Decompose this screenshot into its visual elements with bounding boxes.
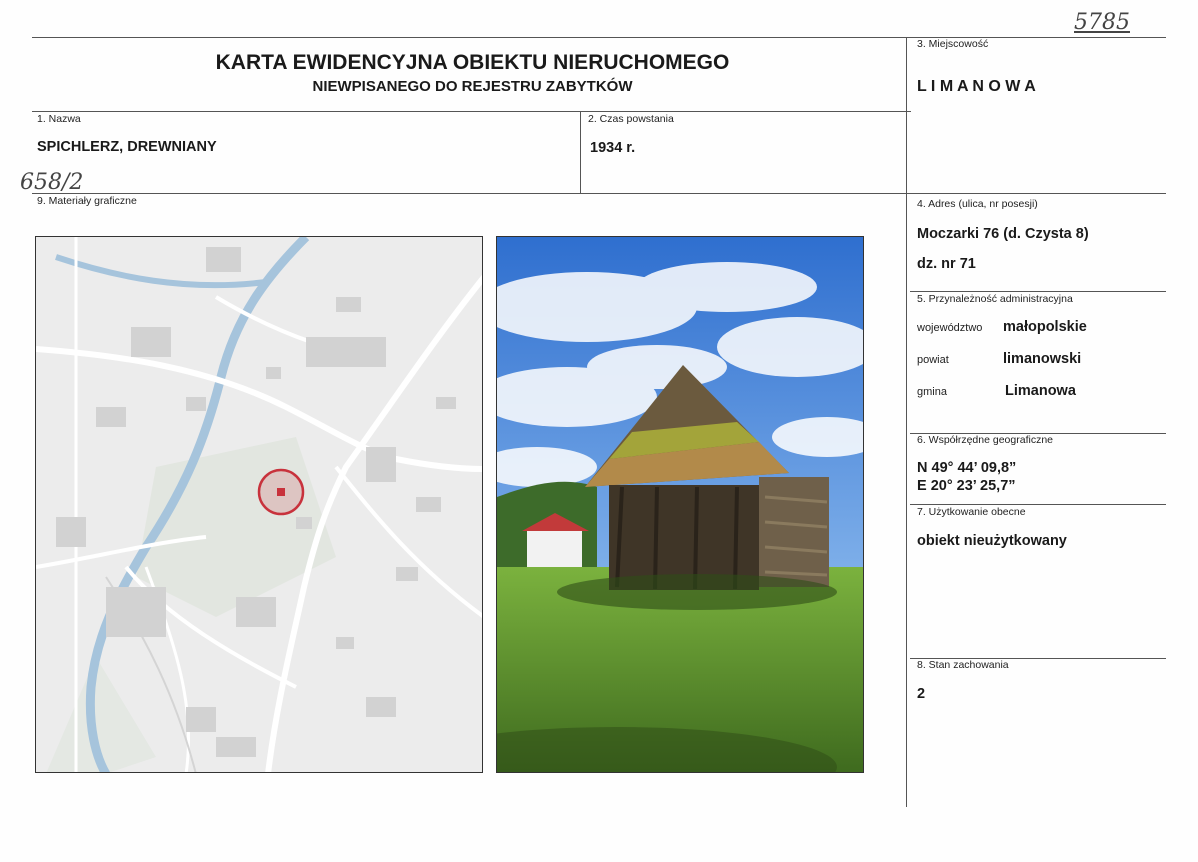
gmina-key: gmina: [917, 386, 947, 398]
stan-label: 8. Stan zachowania: [917, 659, 1009, 671]
photo-graphic: [497, 237, 863, 772]
object-photo: [496, 236, 864, 773]
row1-divider: [32, 193, 1166, 194]
uzytkowanie-label: 7. Użytkowanie obecne: [917, 506, 1026, 518]
czas-label: 2. Czas powstania: [588, 113, 674, 125]
latitude-value: N 49° 44’ 09,8”: [917, 460, 1017, 476]
wojewodztwo-key: województwo: [917, 322, 983, 334]
materialy-label: 9. Materiały graficzne: [37, 195, 137, 207]
page-title: KARTA EWIDENCYJNA OBIEKTU NIERUCHOMEGO: [215, 51, 730, 74]
page-subtitle: NIEWPISANEGO DO REJESTRU ZABYTKÓW: [312, 78, 633, 95]
header-divider: [32, 111, 911, 112]
archive-number: 5785: [1074, 10, 1130, 35]
nazwa-label: 1. Nazwa: [37, 113, 81, 125]
wspolrzedne-label: 6. Współrzędne geograficzne: [917, 434, 1053, 446]
name-time-divider: [580, 111, 581, 193]
miejscowosc-value: L I M A N O W A: [917, 78, 1036, 95]
przynaleznosc-label: 5. Przynależność administracyjna: [917, 293, 1073, 305]
location-marker-icon: [257, 468, 305, 516]
right-column-divider: [906, 37, 907, 807]
powiat-value: limanowski: [1003, 351, 1082, 367]
czas-value: 1934 r.: [590, 140, 636, 156]
location-map: [35, 236, 483, 773]
adres-label: 4. Adres (ulica, nr posesji): [917, 198, 1038, 210]
uzytkowanie-value: obiekt nieużytkowany: [917, 533, 1067, 549]
stan-value: 2: [917, 686, 926, 702]
wojewodztwo-value: małopolskie: [1003, 319, 1087, 335]
miejscowosc-label: 3. Miejscowość: [917, 38, 989, 50]
nazwa-value: SPICHLERZ, DREWNIANY: [37, 139, 217, 155]
sec7-divider: [910, 504, 1166, 505]
powiat-key: powiat: [917, 354, 949, 366]
adres-line2: dz. nr 71: [917, 256, 976, 272]
adres-line1: Moczarki 76 (d. Czysta 8): [917, 226, 1089, 242]
sec5-divider: [910, 291, 1166, 292]
longitude-value: E 20° 23’ 25,7”: [917, 478, 1016, 494]
gmina-value: Limanowa: [1005, 383, 1076, 399]
top-border: [32, 37, 1166, 38]
map-graphic: [36, 237, 482, 772]
handwritten-annotation: 658/2: [20, 170, 84, 195]
